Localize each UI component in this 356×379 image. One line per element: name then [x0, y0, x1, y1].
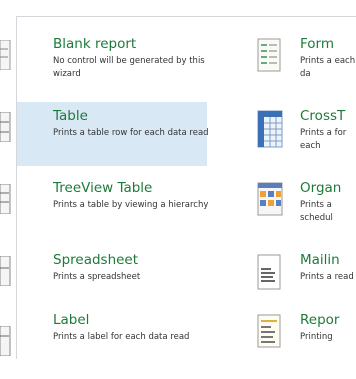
wizard-option-mailing[interactable]: Mailin Prints a read: [256, 246, 356, 310]
option-description: Prints a table by viewing a hierarchy: [53, 200, 209, 210]
option-title: Mailin: [300, 252, 340, 268]
partial-icon-1: [0, 40, 11, 70]
mailing-icon: [257, 254, 281, 290]
option-title: Label: [53, 312, 90, 328]
wizard-option-label[interactable]: Label Prints a label for each data read: [17, 306, 207, 370]
option-description: Prints a table row for each data read: [53, 128, 209, 138]
option-description: Prints a label for each data read: [53, 332, 190, 342]
wizard-option-organizer[interactable]: Organ Prints a schedul: [256, 174, 356, 238]
organizer-icon: [257, 182, 283, 216]
option-title: Repor: [300, 312, 340, 328]
option-description: No control will be generated by this wiz…: [53, 56, 205, 79]
partial-icon-3: [0, 184, 11, 214]
option-title: Form: [300, 36, 335, 52]
option-title: Spreadsheet: [53, 252, 139, 268]
option-description: Prints a spreadsheet: [53, 272, 141, 282]
option-description: Prints a read: [300, 272, 354, 282]
wizard-option-blank-report[interactable]: Blank report No control will be generate…: [17, 30, 207, 94]
option-description: Printing: [300, 332, 333, 342]
crosstab-icon: [257, 110, 283, 148]
option-title: Blank report: [53, 36, 137, 52]
option-title: Organ: [300, 180, 342, 196]
option-description: Prints a for each: [300, 128, 347, 151]
option-title: CrossT: [300, 108, 346, 124]
report-icon: [257, 314, 281, 348]
panel-top-border: [16, 16, 356, 17]
partial-icon-5: [0, 326, 11, 356]
option-description: Prints a schedul: [300, 200, 333, 223]
option-title: Table: [53, 108, 88, 124]
form-icon: [257, 38, 281, 72]
option-title: TreeView Table: [53, 180, 153, 196]
wizard-option-spreadsheet[interactable]: Spreadsheet Prints a spreadsheet: [17, 246, 207, 310]
partial-icon-4: [0, 256, 11, 286]
wizard-option-report[interactable]: Repor Printing: [256, 306, 356, 370]
partial-icon-2: [0, 112, 11, 142]
option-description: Prints a each da: [300, 56, 356, 79]
wizard-option-table[interactable]: Table Prints a table row for each data r…: [17, 102, 209, 166]
wizard-option-crosstab[interactable]: CrossT Prints a for each: [256, 102, 356, 166]
wizard-option-form[interactable]: Form Prints a each da: [256, 30, 356, 94]
wizard-option-treeview-table[interactable]: TreeView Table Prints a table by viewing…: [17, 174, 208, 238]
